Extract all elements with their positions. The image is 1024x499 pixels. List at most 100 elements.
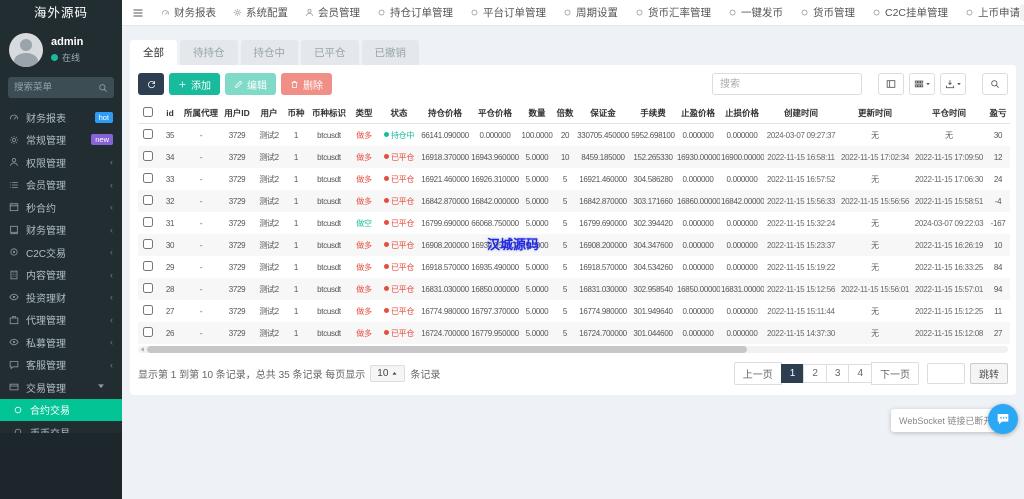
customer-service-chat-button[interactable] — [988, 404, 1018, 434]
tab-1[interactable]: 待持仓 — [180, 40, 238, 65]
per-page-select[interactable]: 10 — [370, 365, 405, 382]
column-header[interactable]: 数量 — [520, 102, 554, 124]
sidebar-item[interactable]: 内容管理‹ — [0, 264, 122, 287]
row-checkbox[interactable] — [143, 129, 153, 139]
column-header[interactable]: 所属代理 — [182, 102, 220, 124]
row-checkbox[interactable] — [143, 261, 153, 271]
column-header[interactable]: 币种标识 — [308, 102, 350, 124]
column-header[interactable]: 类型 — [350, 102, 378, 124]
columns-button[interactable] — [909, 73, 935, 95]
page-button-2[interactable]: 2 — [803, 364, 827, 383]
cell-lev: 5 — [554, 234, 576, 256]
column-header[interactable]: 盈亏 — [986, 102, 1010, 124]
row-checkbox[interactable] — [143, 173, 153, 183]
sidebar-item[interactable]: 客服管理‹ — [0, 354, 122, 377]
cell-uid: 3729 — [220, 146, 254, 168]
edit-button[interactable]: 编辑 — [225, 73, 276, 95]
cell-symbol: btcusdt — [308, 300, 350, 322]
topnav-item[interactable]: 财务报表 — [161, 5, 216, 20]
sidebar-item[interactable]: 财务报表hot — [0, 106, 122, 129]
cell-open: 16774.980000 — [420, 300, 470, 322]
nav-list-dropdown[interactable] — [1020, 4, 1024, 21]
column-header[interactable]: 止损价格 — [720, 102, 764, 124]
prev-page-button[interactable]: 上一页 — [734, 362, 782, 385]
tab-2[interactable]: 持仓中 — [241, 40, 299, 65]
column-header[interactable]: 币种 — [284, 102, 308, 124]
cell-uid: 3729 — [220, 300, 254, 322]
chevron-left-icon: ‹ — [110, 180, 113, 190]
scroll-left-arrow-icon[interactable] — [139, 346, 146, 353]
column-header[interactable]: 止盈价格 — [676, 102, 720, 124]
sidebar-search-input[interactable] — [14, 82, 98, 93]
topnav-item[interactable]: 系统配置 — [233, 5, 288, 20]
row-checkbox[interactable] — [143, 195, 153, 205]
search-submit-button[interactable] — [982, 73, 1008, 95]
add-button[interactable]: 添加 — [169, 73, 220, 95]
column-header[interactable]: 平仓价格 — [470, 102, 520, 124]
delete-button[interactable]: 删除 — [281, 73, 332, 95]
column-header[interactable]: 倍数 — [554, 102, 576, 124]
sidebar-item[interactable]: 私募管理‹ — [0, 331, 122, 354]
topnav-item[interactable]: 货币管理 — [800, 5, 855, 20]
page-button-3[interactable]: 3 — [826, 364, 850, 383]
jump-button[interactable]: 跳转 — [970, 363, 1008, 384]
sidebar-item[interactable]: 交易管理 — [0, 376, 122, 399]
table-search-input[interactable] — [712, 73, 862, 95]
horizontal-scrollbar[interactable] — [138, 346, 1008, 353]
cell-tp: 0.000000 — [676, 300, 720, 322]
list-icon — [9, 180, 19, 190]
column-header[interactable]: 用户ID — [220, 102, 254, 124]
topnav-item[interactable]: 持仓订单管理 — [377, 5, 453, 20]
tab-active[interactable]: 全部 — [130, 40, 177, 65]
sidebar-item[interactable]: 投资理财‹ — [0, 286, 122, 309]
page-button-4[interactable]: 4 — [848, 364, 872, 383]
page-button-1[interactable]: 1 — [781, 364, 805, 383]
column-header[interactable]: 平仓时间 — [912, 102, 986, 124]
select-all-checkbox[interactable] — [143, 107, 153, 117]
next-page-button[interactable]: 下一页 — [871, 362, 919, 385]
row-checkbox[interactable] — [143, 305, 153, 315]
cell-type: 做多 — [350, 278, 378, 300]
tab-4[interactable]: 已撤销 — [362, 40, 420, 65]
calendar-icon — [9, 202, 19, 212]
sidebar-item[interactable]: 秒合约‹ — [0, 196, 122, 219]
topnav-item[interactable]: C2C挂单管理 — [872, 5, 948, 20]
toggle-pagination-button[interactable] — [878, 73, 904, 95]
sidebar-item[interactable]: 常规管理new — [0, 129, 122, 152]
cell-pl: -4 — [986, 190, 1010, 212]
column-header[interactable]: 创建时间 — [764, 102, 838, 124]
row-checkbox[interactable] — [143, 239, 153, 249]
column-header[interactable]: 状态 — [378, 102, 420, 124]
cell-pl: 27 — [986, 322, 1010, 344]
scrollbar-thumb[interactable] — [147, 346, 747, 353]
topnav-item[interactable]: 平台订单管理 — [470, 5, 546, 20]
sidebar-item[interactable]: 财务管理‹ — [0, 219, 122, 242]
row-checkbox[interactable] — [143, 327, 153, 337]
sidebar-search[interactable] — [8, 77, 114, 98]
topnav-item[interactable]: 周期设置 — [563, 5, 618, 20]
sidebar-toggle-icon[interactable] — [132, 7, 144, 19]
sidebar-item[interactable]: 合约交易 — [0, 399, 122, 422]
tab-3[interactable]: 已平仓 — [301, 40, 359, 65]
topnav-item[interactable]: 一键发币 — [728, 5, 783, 20]
sidebar-item[interactable]: 会员管理‹ — [0, 174, 122, 197]
column-header[interactable]: id — [158, 102, 182, 124]
column-header[interactable]: 用户 — [254, 102, 284, 124]
cell-margin: 16918.570000 — [576, 256, 630, 278]
column-header[interactable]: 手续费 — [630, 102, 676, 124]
sidebar-item[interactable]: C2C交易‹ — [0, 241, 122, 264]
sidebar-item[interactable]: 权限管理‹ — [0, 151, 122, 174]
column-header[interactable]: 持仓价格 — [420, 102, 470, 124]
row-checkbox[interactable] — [143, 151, 153, 161]
column-header[interactable]: 更新时间 — [838, 102, 912, 124]
column-header[interactable]: 保证金 — [576, 102, 630, 124]
sidebar-item[interactable]: 代理管理‹ — [0, 309, 122, 332]
jump-page-input[interactable] — [927, 363, 965, 384]
topnav-item[interactable]: 上币申请 — [965, 5, 1020, 20]
export-button[interactable] — [940, 73, 966, 95]
topnav-item[interactable]: 会员管理 — [305, 5, 360, 20]
refresh-button[interactable] — [138, 73, 164, 95]
row-checkbox[interactable] — [143, 283, 153, 293]
topnav-item[interactable]: 货币汇率管理 — [635, 5, 711, 20]
row-checkbox[interactable] — [143, 217, 153, 227]
